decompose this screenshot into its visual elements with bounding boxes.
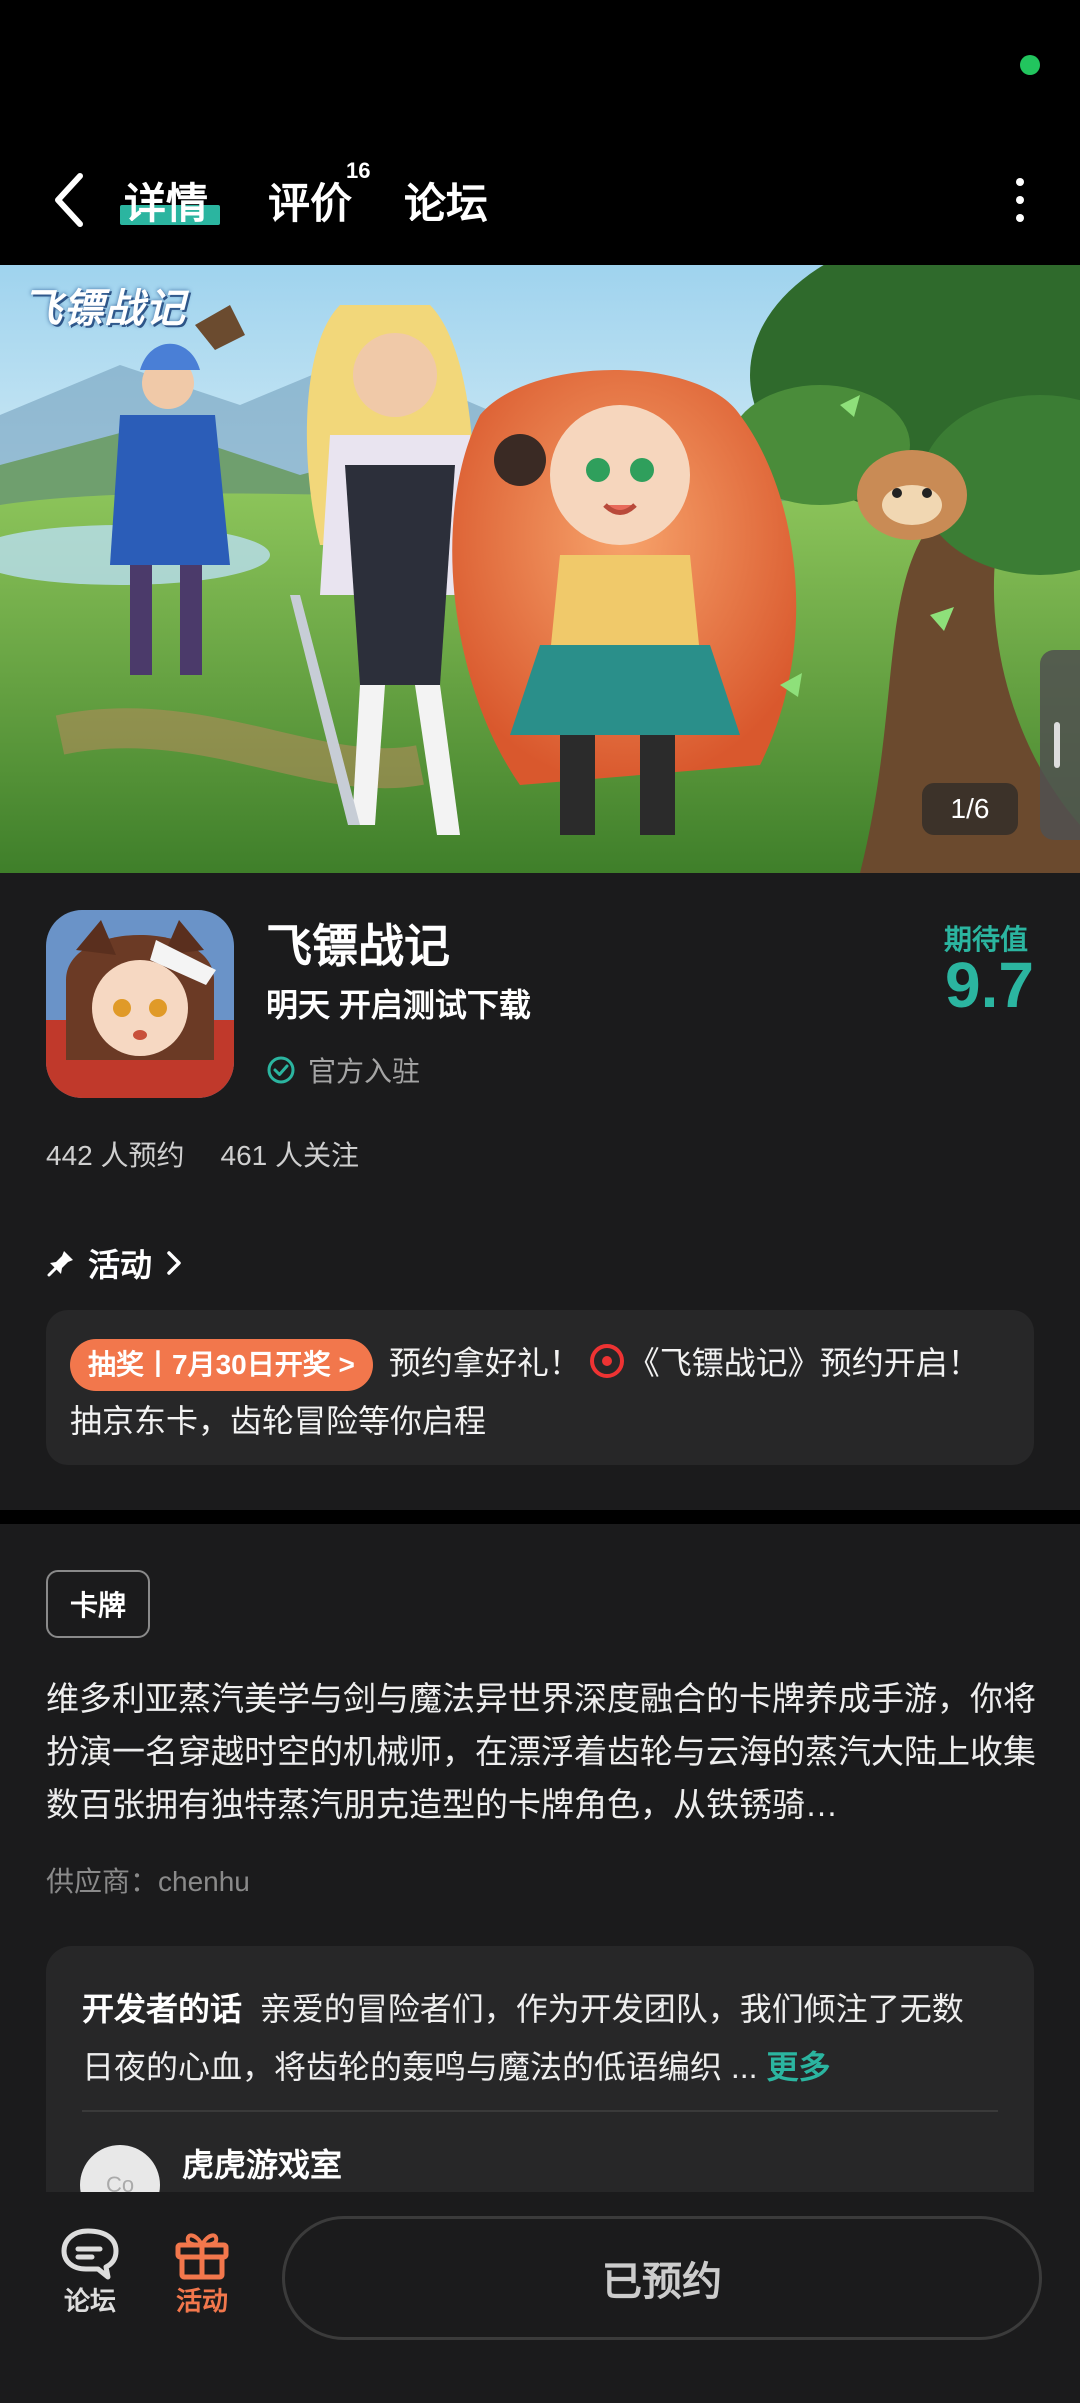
tab-review-label: 评价 [268,179,353,227]
app-icon-illustration [46,910,234,1098]
supplier-info: 供应商：chenhu [46,1866,250,1897]
activity-section-header[interactable]: 活动 [46,1240,184,1286]
tab-forum[interactable]: 论坛 [404,160,488,240]
expectation-score: 9.7 [945,949,1034,1021]
target-icon [589,1344,624,1378]
genre-tag[interactable]: 卡牌 [46,1570,151,1638]
hero-illustration [0,265,1080,873]
pin-icon [47,1251,73,1277]
forum-chat-icon [61,2228,119,2280]
reservation-count: 442 人预约 [46,1140,185,1171]
image-counter: 1/6 [922,783,1018,835]
developer-note-title: 开发者的话 [82,1991,243,2027]
check-circle-icon [267,1056,295,1084]
status-indicator-dot [1020,55,1040,75]
tab-forum-label: 论坛 [404,179,489,227]
more-dot [1016,214,1024,222]
nav-activity[interactable]: 活动 [152,2225,252,2318]
activity-description[interactable]: 抽奖丨7月30日开奖 > 预约拿好礼！ 《飞镖战记》预约开启！抽京东卡，齿轮冒险等… [70,1334,1010,1450]
card-divider [82,2110,998,2112]
studio-name[interactable]: 虎虎游戏室 [182,2140,342,2186]
more-options-button[interactable] [1000,170,1040,230]
lottery-badge[interactable]: 抽奖丨7月30日开奖 > [70,1339,373,1391]
game-description[interactable]: 维多利亚蒸汽美学与剑与魔法异世界深度融合的卡牌养成手游，你将扮演一名穿越时空的机… [46,1672,1036,1831]
review-count-badge: 16 [346,158,371,183]
release-status: 明天 开启测试下载 [266,987,531,1023]
chevron-left-icon [55,173,83,227]
back-button[interactable] [40,160,100,240]
app-stats: 442 人预约 461 人关注 [46,1134,359,1174]
activity-text-part1: 预约拿好礼！ [388,1345,581,1381]
status-bar [0,0,1080,130]
chevron-right-icon [167,1251,181,1275]
more-dot [1016,178,1024,186]
handle-grip [1054,722,1060,768]
nav-forum-label: 论坛 [63,2286,116,2316]
more-dot [1016,196,1024,204]
side-drag-handle[interactable] [1040,650,1080,840]
official-label: 官方入驻 [308,1056,421,1087]
app-name: 飞镖战记 [266,920,450,972]
tab-detail-label: 详情 [124,179,209,227]
hero-banner-image[interactable] [0,265,1080,873]
gift-icon [175,2233,229,2280]
tab-detail[interactable]: 详情 [124,160,208,240]
nav-forum[interactable]: 论坛 [40,2225,140,2318]
section-divider [0,1510,1080,1524]
app-icon [46,910,234,1098]
tab-review[interactable]: 评价 [268,160,352,240]
developer-note: 开发者的话 亲爱的冒险者们，作为开发团队，我们倾注了无数日夜的心血，将齿轮的轰鸣… [82,1980,982,2096]
activity-title: 活动 [88,1247,153,1283]
nav-activity-label: 活动 [175,2286,228,2316]
official-badge: 官方入驻 [266,1050,420,1090]
game-logo-text: 飞镖战记 [22,287,186,331]
more-link[interactable]: 更多 [766,2049,830,2085]
follower-count: 461 人关注 [220,1140,360,1171]
reserved-button[interactable]: 已预约 [282,2216,1042,2340]
